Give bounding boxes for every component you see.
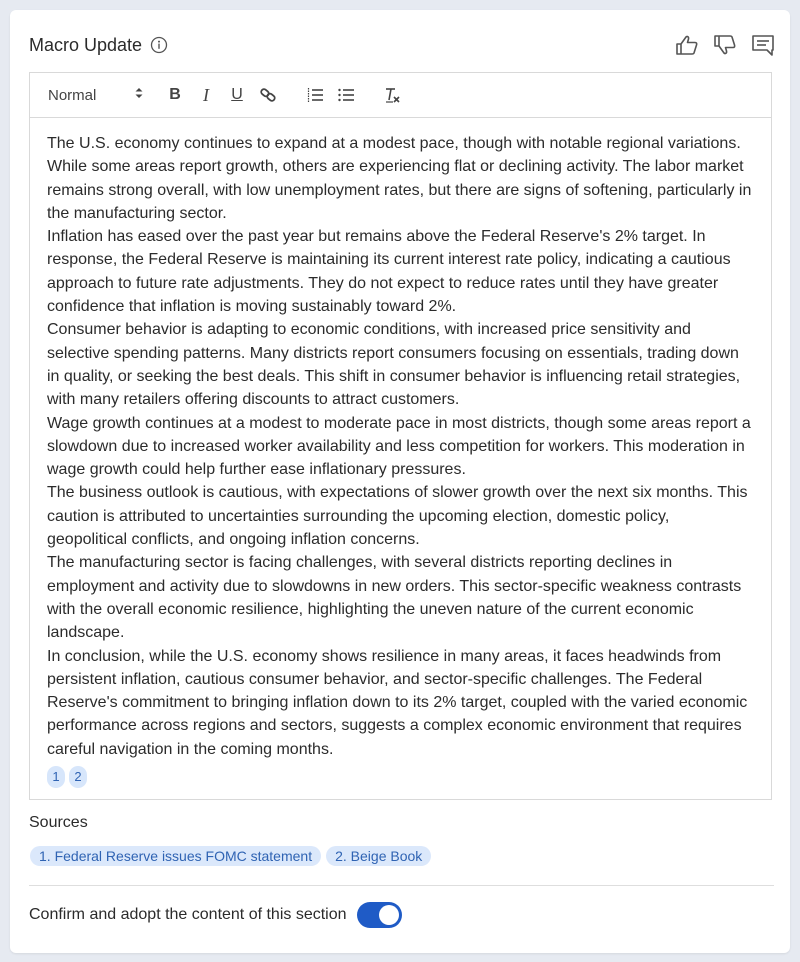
paragraph: The manufacturing sector is facing chall… <box>47 554 742 642</box>
bullet-list-icon <box>338 88 354 102</box>
card-header: Macro Update <box>29 32 776 58</box>
paragraph: In conclusion, while the U.S. economy sh… <box>47 647 748 758</box>
text-format-value: Normal <box>48 86 97 104</box>
bold-icon: B <box>169 86 181 103</box>
confirm-row: Confirm and adopt the content of this se… <box>29 902 402 928</box>
paragraph: The U.S. economy continues to expand at … <box>47 135 752 222</box>
divider <box>29 885 774 886</box>
editor-toolbar: Normal B I U <box>30 73 771 118</box>
paragraph: Inflation has eased over the past year b… <box>47 228 731 316</box>
paragraph: Consumer behavior is adapting to economi… <box>47 321 741 409</box>
link-button[interactable] <box>257 84 279 106</box>
rich-text-editor[interactable]: Normal B I U The U.S. economy continues … <box>29 72 772 800</box>
text-format-select[interactable]: Normal <box>48 86 144 104</box>
citation-badge[interactable]: 2 <box>69 766 87 789</box>
toggle-knob <box>378 905 399 925</box>
comment-icon[interactable] <box>750 32 776 58</box>
source-chip[interactable]: 2. Beige Book <box>326 846 432 866</box>
citation-list: 1 2 <box>47 766 753 789</box>
thumbs-down-icon[interactable] <box>712 32 738 58</box>
clear-formatting-button[interactable] <box>382 84 404 106</box>
ordered-list-icon <box>307 88 323 102</box>
clear-formatting-icon <box>386 88 400 103</box>
paragraph: The business outlook is cautious, with e… <box>47 484 748 549</box>
source-chip[interactable]: 1. Federal Reserve issues FOMC statement <box>30 846 322 866</box>
select-arrows-icon <box>134 86 144 104</box>
underline-button[interactable]: U <box>226 84 248 106</box>
bold-button[interactable]: B <box>164 84 186 106</box>
citation-badge[interactable]: 1 <box>47 766 65 789</box>
italic-button[interactable]: I <box>195 84 217 106</box>
feedback-actions <box>674 32 776 58</box>
section-title: Macro Update <box>29 34 143 55</box>
editor-content[interactable]: The U.S. economy continues to expand at … <box>30 118 771 789</box>
sources-heading: Sources <box>29 814 88 831</box>
macro-update-card: Macro Update Normal B I U The U.S. econo… <box>10 10 790 953</box>
thumbs-up-icon[interactable] <box>674 32 700 58</box>
confirm-toggle[interactable] <box>356 902 402 928</box>
underline-icon: U <box>231 86 243 103</box>
paragraph: Wage growth continues at a modest to mod… <box>47 414 751 479</box>
info-icon[interactable] <box>150 36 168 54</box>
link-icon <box>260 88 276 102</box>
sources-list: 1. Federal Reserve issues FOMC statement… <box>30 846 432 866</box>
confirm-label: Confirm and adopt the content of this se… <box>29 906 347 923</box>
italic-icon: I <box>203 84 209 105</box>
bullet-list-button[interactable] <box>335 84 357 106</box>
ordered-list-button[interactable] <box>304 84 326 106</box>
